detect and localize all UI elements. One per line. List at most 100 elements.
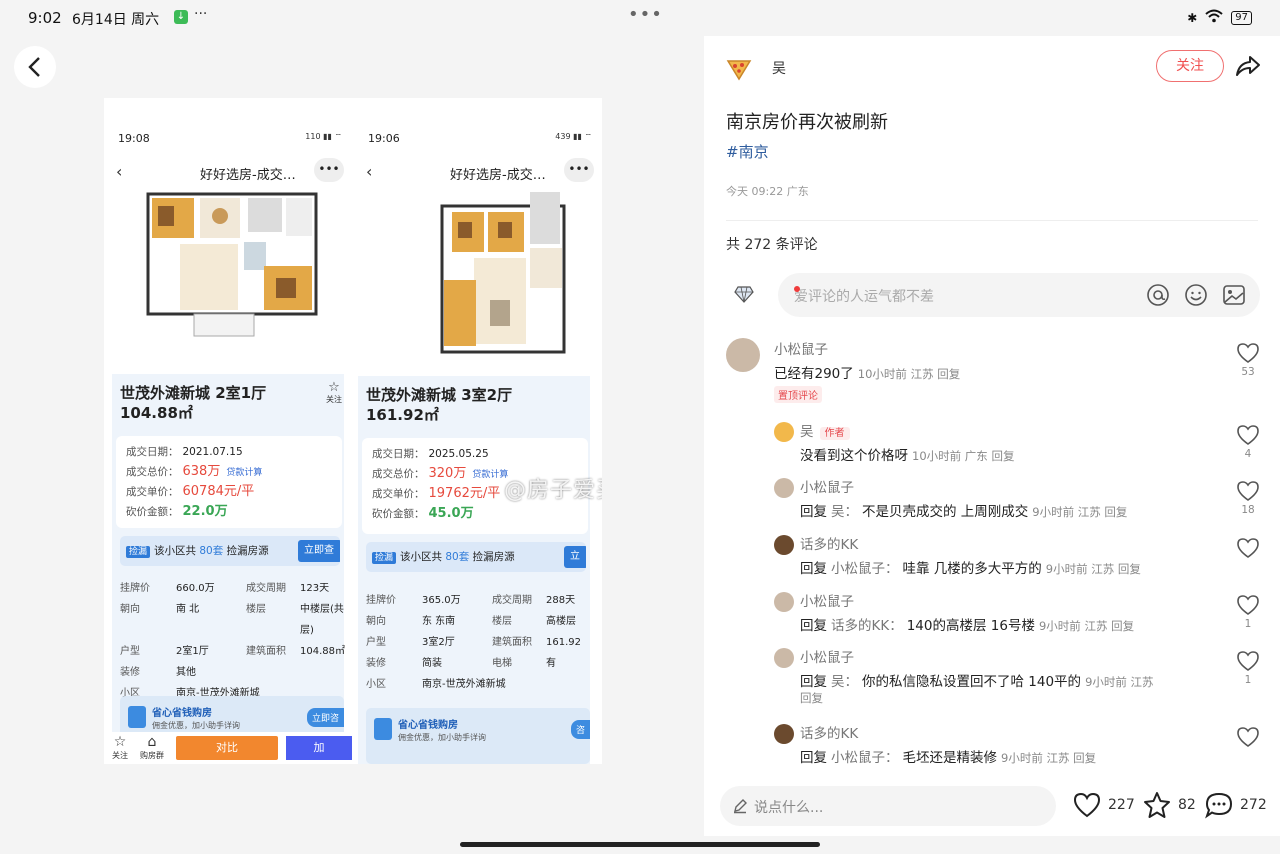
back-button[interactable] xyxy=(14,46,56,88)
comment-input[interactable]: 爱评论的人运气都不差 xyxy=(778,273,1260,317)
pinned-badge: 置顶评论 xyxy=(774,386,822,403)
signal-icon: 110 ▮▮ ⌔ xyxy=(305,132,342,141)
topic-tag[interactable]: #南京 xyxy=(726,141,769,162)
follow-star-icon: ☆ 关注 xyxy=(112,734,128,760)
download-icon: ↓ xyxy=(174,10,188,24)
author-name[interactable]: 吴 xyxy=(772,58,786,78)
image-viewer: 19:08 110 ▮▮ ⌔ ‹ 好好选房-成交… ••• 世茂外滩新城 2室1… xyxy=(0,36,704,836)
heart-icon[interactable] xyxy=(1236,726,1260,748)
details-row: 挂牌价 365.0万 成交周期 288天 xyxy=(366,590,596,611)
say-something-input[interactable]: 说点什么... xyxy=(720,786,1056,826)
details-row: 小区 南京-世茂外滩新城 xyxy=(366,674,596,695)
compare-button: 对比 xyxy=(176,736,278,760)
avatar[interactable] xyxy=(774,535,794,555)
avatar[interactable] xyxy=(774,422,794,442)
commenter-name[interactable]: 吴作者 xyxy=(800,420,850,440)
post-image[interactable]: 19:08 110 ▮▮ ⌔ ‹ 好好选房-成交… ••• 世茂外滩新城 2室1… xyxy=(104,98,602,764)
shot-title: 好好选房-成交… xyxy=(450,168,546,183)
commenter-name[interactable]: 话多的KK xyxy=(800,722,858,742)
follow-button[interactable]: 关注 xyxy=(1156,50,1224,82)
listing-screenshot-b: 19:06 439 ▮▮ ⌔ ‹ 好好选房-成交… ••• 世茂外滩新城 3室2… xyxy=(354,98,602,764)
shot-more-icon: ••• xyxy=(564,158,594,182)
comment-text: 已经有290了 10小时前 江苏 回复 xyxy=(774,366,961,382)
commenter-name[interactable]: 小松鼠子 xyxy=(800,590,854,610)
like-count: 1 xyxy=(1244,674,1252,686)
group-icon: ⌂ 购房群 xyxy=(140,734,164,760)
window-handle-icon[interactable]: ••• xyxy=(628,4,663,25)
pizza-icon xyxy=(726,60,752,81)
star-button[interactable]: 82 xyxy=(1142,790,1196,820)
heart-icon[interactable] xyxy=(1236,342,1260,364)
avatar[interactable] xyxy=(774,478,794,498)
leak-bar: 捡漏 该小区共 80套 捡漏房源 立即查 xyxy=(120,536,340,566)
comment-text: 回复 吴： 你的私信隐私设置回不了哈 140平的 9小时前 江苏 xyxy=(800,674,1154,690)
listing-info-card: 世茂外滩新城 2室1厅 104.88㎡ ☆ 关注 成交日期： 2021.07.15 … xyxy=(112,374,345,764)
details-key: 成交周期 xyxy=(492,595,532,606)
home-indicator[interactable] xyxy=(460,842,820,847)
say-placeholder: 说点什么... xyxy=(754,800,824,816)
post-panel: 吴 关注 南京房价再次被刷新 #南京 今天 09:22 广东 共 272 条评论… xyxy=(704,36,1280,836)
heart-icon[interactable] xyxy=(1236,650,1260,672)
heart-icon[interactable] xyxy=(1236,594,1260,616)
comment-button[interactable]: 272 xyxy=(1204,790,1267,820)
listing-info-card: 世茂外滩新城 3室2厅 161.92㎡ 成交日期： 2025.05.25 成交总价… xyxy=(358,376,590,764)
comment-text: 回复 吴： 不是贝壳成交的 上周刚成交 9小时前 江苏 回复 xyxy=(800,504,1128,520)
bluetooth-icon: ✱ xyxy=(1187,10,1198,25)
notification-dot xyxy=(794,286,800,292)
commenter-name[interactable]: 小松鼠子 xyxy=(800,646,854,666)
property-area: 161.92㎡ xyxy=(366,406,439,424)
details-value: 161.92 xyxy=(546,637,581,648)
commenter-name[interactable]: 小松鼠子 xyxy=(774,338,828,358)
details-key: 装修 xyxy=(366,658,386,669)
comment-meta: 9小时前 江苏 xyxy=(1085,675,1154,689)
details-key: 小区 xyxy=(366,679,386,690)
author-avatar[interactable] xyxy=(724,52,754,82)
comment-text: 没看到这个价格呀 10小时前 广东 回复 xyxy=(800,448,1015,464)
save-card: 省心省钱购房 佣金优惠，加小助手详询 咨 xyxy=(366,708,590,764)
commenter-name[interactable]: 小松鼠子 xyxy=(800,476,854,496)
details-value: 南 北 xyxy=(176,604,200,615)
details-key: 建筑面积 xyxy=(492,637,532,648)
at-mention-icon[interactable] xyxy=(1146,283,1170,307)
floorplan-image xyxy=(146,192,318,337)
details-row: 户型 3室2厅 建筑面积 161.92 xyxy=(366,632,596,653)
details-value: 365.0万 xyxy=(422,595,461,606)
comment-meta: 10小时前 广东 回复 xyxy=(912,449,1015,463)
details-key: 楼层 xyxy=(492,616,512,627)
like-button[interactable]: 227 xyxy=(1072,790,1135,820)
heart-icon[interactable] xyxy=(1236,424,1260,446)
details-table: 挂牌价 660.0万 成交周期 123天 朝向 南 北 楼层 中楼层(共 层) 户型 2室1厅 建筑面… xyxy=(120,578,350,704)
comment-meta: 9小时前 江苏 回复 xyxy=(1032,505,1128,519)
details-table: 挂牌价 365.0万 成交周期 288天 朝向 东 东南 楼层 高楼层 户型 3室2厅 建筑面积 16… xyxy=(366,590,596,695)
avatar[interactable] xyxy=(774,592,794,612)
star-icon xyxy=(1144,792,1170,818)
details-row: 朝向 东 东南 楼层 高楼层 xyxy=(366,611,596,632)
details-value: 东 东南 xyxy=(422,616,456,627)
details-row: 装修 其他 xyxy=(120,662,350,683)
listing-screenshot-a: 19:08 110 ▮▮ ⌔ ‹ 好好选房-成交… ••• 世茂外滩新城 2室1… xyxy=(104,98,352,764)
heart-icon xyxy=(1073,792,1101,818)
shot-back-icon: ‹ xyxy=(116,162,123,181)
details-key: 楼层 xyxy=(246,604,266,615)
post-title: 南京房价再次被刷新 xyxy=(726,112,888,133)
share-icon[interactable] xyxy=(1234,52,1262,80)
shopping-bag-icon xyxy=(374,718,392,740)
reply-link[interactable]: 回复 xyxy=(800,690,823,706)
heart-icon[interactable] xyxy=(1236,480,1260,502)
image-icon[interactable] xyxy=(1222,283,1246,307)
comment-count: 共 272 条评论 xyxy=(726,237,818,253)
battery-icon: 97 xyxy=(1231,10,1252,25)
avatar[interactable] xyxy=(726,338,760,372)
shot-title: 好好选房-成交… xyxy=(200,168,296,183)
avatar[interactable] xyxy=(774,724,794,744)
like-count: 227 xyxy=(1108,797,1135,813)
avatar[interactable] xyxy=(774,648,794,668)
emoji-icon[interactable] xyxy=(1184,283,1208,307)
heart-icon[interactable] xyxy=(1236,537,1260,559)
comment-total: 272 xyxy=(1240,797,1267,813)
details-key: 朝向 xyxy=(366,616,386,627)
commenter-name[interactable]: 话多的KK xyxy=(800,533,858,553)
details-key: 户型 xyxy=(366,637,386,648)
details-value: 有 xyxy=(546,658,556,669)
weibo-watermark: @房子爱买不买 xyxy=(504,478,602,503)
